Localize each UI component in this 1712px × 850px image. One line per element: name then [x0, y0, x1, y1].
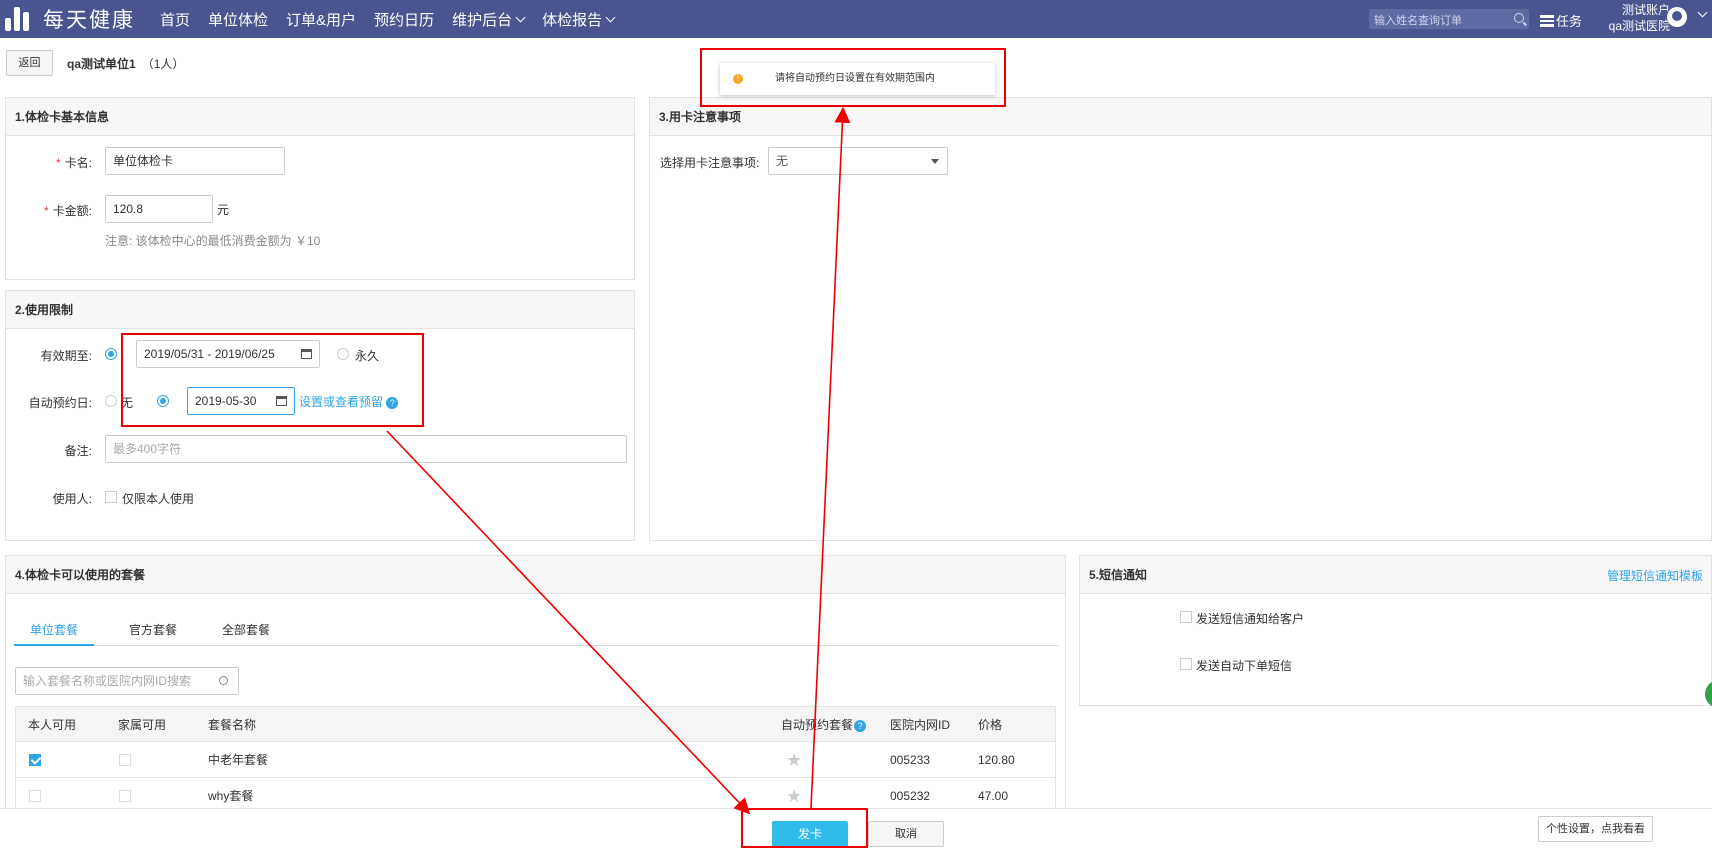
- required-mark: *: [43, 204, 49, 218]
- remark-label: 备注:: [64, 444, 92, 458]
- star-icon[interactable]: ★: [786, 742, 802, 778]
- back-button[interactable]: 返回: [6, 50, 53, 76]
- package-name: 中老年套餐: [208, 753, 269, 767]
- auto-booking-none-radio[interactable]: [105, 395, 117, 407]
- logo-text: 每天健康: [43, 8, 135, 32]
- notice-select-label: 选择用卡注意事项:: [660, 156, 760, 170]
- nav-unit-checkup[interactable]: 单位体检: [208, 9, 268, 30]
- amount-label-text: 卡金额:: [52, 204, 92, 218]
- family-available-checkbox[interactable]: [119, 790, 131, 802]
- annotation-box-dates: [121, 333, 424, 427]
- nav-maintenance-label: 维护后台: [452, 11, 513, 29]
- nav-orders-users[interactable]: 订单&用户: [286, 9, 356, 30]
- required-mark: *: [55, 156, 61, 170]
- member-count: （1人）: [141, 57, 185, 71]
- send-sms-customer-label: 发送短信通知给客户: [1196, 612, 1305, 626]
- task-button[interactable]: 任务: [1540, 11, 1582, 30]
- self-only-label: 仅限本人使用: [122, 492, 195, 506]
- notice-select[interactable]: 无: [768, 147, 948, 175]
- validity-range-radio[interactable]: [105, 348, 117, 360]
- nav-home[interactable]: 首页: [160, 9, 190, 30]
- notice-select-value: 无: [776, 154, 789, 168]
- col-price: 价格: [978, 718, 1003, 732]
- package-search-placeholder: 输入套餐名称或医院内网ID搜索: [23, 674, 192, 688]
- col-self: 本人可用: [28, 718, 77, 732]
- package-price: 120.80: [978, 753, 1015, 767]
- main-nav: 首页 单位体检 订单&用户 预约日历 维护后台 体检报告: [160, 0, 632, 38]
- card-basic-info-panel: 1.体检卡基本信息 * 卡名: 单位体检卡 * 卡金额: 120.8 元 注意: 该…: [5, 97, 635, 280]
- tab-official-packages[interactable]: 官方套餐: [129, 620, 177, 646]
- card-name-label: * 卡名:: [26, 154, 92, 171]
- amount-unit: 元: [217, 203, 230, 217]
- avatar[interactable]: [1667, 7, 1687, 27]
- validity-label: 有效期至:: [40, 349, 92, 363]
- logo-icon: [5, 7, 35, 31]
- tab-unit-packages[interactable]: 单位套餐: [14, 620, 94, 646]
- card-notice-panel: 3.用卡注意事项 选择用卡注意事项: 无: [649, 97, 1712, 541]
- sms-notification-panel: 5.短信通知 管理短信通知模板 发送短信通知给客户 发送自动下单短信: [1079, 555, 1712, 706]
- unit-name: qa测试单位1: [67, 57, 136, 71]
- nav-reports-label: 体检报告: [542, 11, 603, 29]
- nav-reports[interactable]: 体检报告: [542, 9, 616, 30]
- chevron-down-icon: [515, 12, 526, 22]
- self-available-checkbox[interactable]: [29, 754, 41, 766]
- user-label: 使用人:: [52, 492, 92, 506]
- personalize-tip[interactable]: 个性设置，点我看看: [1538, 816, 1653, 842]
- package-tabs: 单位套餐 官方套餐 全部套餐: [14, 620, 1059, 646]
- logo[interactable]: 每天健康: [5, 6, 135, 32]
- order-search-input[interactable]: 输入姓名查询订单: [1369, 9, 1529, 29]
- col-hospital-id: 医院内网ID: [890, 718, 951, 732]
- search-icon[interactable]: [219, 676, 228, 685]
- min-amount-note: 注意: 该体检中心的最低消费金额为 ￥10: [105, 234, 321, 248]
- top-nav-bar: 每天健康 首页 单位体检 订单&用户 预约日历 维护后台 体检报告 输入姓名查询…: [0, 0, 1712, 38]
- search-icon[interactable]: [1514, 13, 1524, 23]
- table-row: 中老年套餐 ★ 005233 120.80: [15, 742, 1056, 778]
- col-family: 家属可用: [118, 718, 167, 732]
- col-auto-package: 自动预约套餐?: [781, 707, 867, 743]
- package-search-input[interactable]: 输入套餐名称或医院内网ID搜索: [15, 667, 239, 695]
- help-icon[interactable]: ?: [854, 720, 867, 732]
- package-hospital-id: 005233: [890, 753, 931, 767]
- task-list-icon: [1540, 14, 1554, 27]
- cancel-button[interactable]: 取消: [868, 821, 944, 847]
- section-title: 4.体检卡可以使用的套餐: [6, 556, 1065, 594]
- chevron-down-icon[interactable]: [1697, 7, 1708, 18]
- section-title: 2.使用限制: [6, 291, 634, 329]
- annotation-box-submit: [741, 808, 868, 848]
- tab-all-packages[interactable]: 全部套餐: [222, 620, 270, 646]
- task-label: 任务: [1556, 14, 1583, 29]
- send-sms-customer-checkbox[interactable]: [1180, 611, 1192, 623]
- card-name-label-text: 卡名:: [64, 156, 92, 170]
- page-title: qa测试单位1 （1人）: [67, 55, 184, 72]
- self-only-checkbox[interactable]: [105, 491, 117, 503]
- self-available-checkbox[interactable]: [29, 790, 41, 802]
- hospital-name: qa测试医院: [1608, 19, 1670, 33]
- section-title: 1.体检卡基本信息: [6, 98, 634, 136]
- chevron-down-icon: [605, 12, 616, 22]
- col-name: 套餐名称: [208, 718, 257, 732]
- nav-calendar[interactable]: 预约日历: [374, 9, 434, 30]
- family-available-checkbox[interactable]: [119, 754, 131, 766]
- packages-table: 本人可用 家属可用 套餐名称 自动预约套餐? 医院内网ID 价格 中老年套餐 ★…: [15, 706, 1056, 814]
- card-name-input[interactable]: 单位体检卡: [105, 147, 285, 175]
- auto-booking-label: 自动预约日:: [28, 396, 92, 410]
- nav-maintenance[interactable]: 维护后台: [452, 9, 526, 30]
- order-search-placeholder: 输入姓名查询订单: [1374, 15, 1462, 27]
- col-auto-package-label: 自动预约套餐: [781, 718, 854, 732]
- account-name: 测试账户: [1621, 3, 1670, 17]
- packages-panel: 4.体检卡可以使用的套餐 单位套餐 官方套餐 全部套餐 输入套餐名称或医院内网I…: [5, 555, 1066, 815]
- amount-label: * 卡金额:: [26, 202, 92, 219]
- amount-input[interactable]: 120.8: [105, 195, 213, 223]
- caret-down-icon: [931, 159, 939, 164]
- user-info[interactable]: 测试账户 qa测试医院: [1590, 2, 1670, 34]
- send-auto-order-sms-label: 发送自动下单短信: [1196, 659, 1293, 673]
- send-auto-order-sms-checkbox[interactable]: [1180, 658, 1192, 670]
- remark-input[interactable]: 最多400字符: [105, 435, 627, 463]
- manage-sms-template-link[interactable]: 管理短信通知模板: [1607, 567, 1703, 584]
- table-header: 本人可用 家属可用 套餐名称 自动预约套餐? 医院内网ID 价格: [15, 706, 1056, 742]
- annotation-box-toast: [700, 48, 1006, 107]
